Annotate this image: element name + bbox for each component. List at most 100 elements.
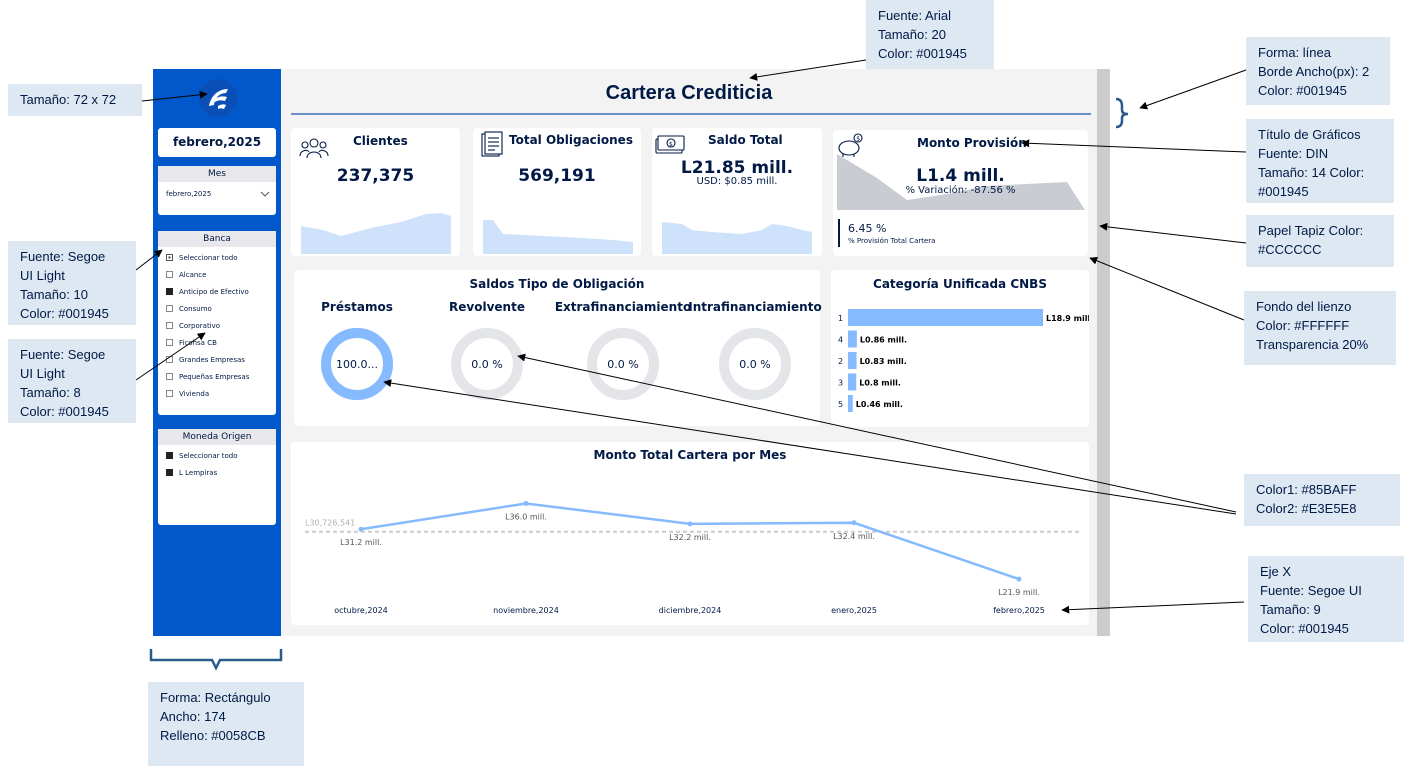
donut-value: 0.0 % — [607, 358, 638, 371]
bar-data-label: L0.46 mill. — [856, 400, 903, 409]
wallpaper-strip — [1097, 69, 1110, 636]
logo-icon — [209, 89, 228, 109]
document-icon — [481, 131, 503, 157]
x-tick-label: octubre,2024 — [334, 606, 388, 615]
kpi-saldo-card[interactable]: $ Saldo Total L21.85 mill. USD: $0.85 mi… — [652, 128, 822, 256]
moneda-filter: Moneda Origen Seleccionar todo L Lempiras — [158, 429, 276, 525]
checkbox-icon[interactable] — [166, 339, 173, 346]
bar[interactable] — [848, 330, 857, 348]
checkbox-icon[interactable] — [166, 322, 173, 329]
moneda-option[interactable]: Seleccionar todo — [158, 447, 276, 464]
bar-category-label: 4 — [838, 336, 843, 345]
banca-option-label: Alcance — [179, 270, 207, 279]
checkbox-icon[interactable] — [166, 305, 173, 312]
note-colors: Color1: #85BAFF Color2: #E3E5E8 — [1244, 474, 1400, 526]
banca-option[interactable]: Anticipo de Efectivo — [158, 283, 276, 300]
data-point[interactable] — [851, 520, 857, 526]
data-label: L21.9 mill. — [998, 588, 1040, 597]
bar-category-label: 3 — [838, 379, 843, 388]
kpi-clientes-value: 237,375 — [336, 166, 415, 186]
data-point[interactable] — [358, 526, 364, 532]
note-segoe-8: Fuente: Segoe UI Light Tamaño: 8 Color: … — [8, 339, 136, 423]
kpi-obligaciones-card[interactable]: Total Obligaciones 569,191 — [473, 128, 641, 256]
page-title: Cartera Crediticia — [605, 82, 773, 104]
kpi-saldo-title: Saldo Total — [708, 133, 783, 147]
x-tick-label: noviembre,2024 — [493, 606, 559, 615]
banca-option-label: Vivienda — [179, 389, 210, 398]
mes-filter: Mes febrero,2025 — [158, 166, 276, 215]
donut-label: Intrafinanciamiento — [688, 300, 822, 314]
donut-chart[interactable]: 0.0 % — [715, 324, 795, 404]
brace-icon — [1115, 97, 1129, 129]
bar-category-label: 5 — [838, 400, 843, 409]
moneda-option[interactable]: L Lempiras — [158, 464, 276, 481]
kpi-saldo-value: L21.85 mill. — [680, 158, 794, 178]
banca-option-label: Corporativo — [179, 321, 221, 330]
bar[interactable] — [848, 373, 857, 391]
banca-filter: Banca Seleccionar todo Alcance Anticipo de… — [158, 231, 276, 415]
banca-option[interactable]: Ficohsa CB — [158, 334, 276, 351]
data-label: L31.2 mill. — [340, 538, 382, 547]
banca-option[interactable]: Consumo — [158, 300, 276, 317]
chevron-down-icon — [260, 191, 270, 197]
banca-option-label: Ficohsa CB — [179, 338, 217, 347]
note-wallpaper: Papel Tapiz Color: #CCCCCC — [1246, 215, 1394, 267]
banca-option[interactable]: Pequeñas Empresas — [158, 368, 276, 385]
checkbox-icon[interactable] — [166, 373, 173, 380]
x-tick-label: diciembre,2024 — [659, 606, 722, 615]
kpi-provision-pct: 6.45 % — [848, 222, 887, 235]
checkbox-icon[interactable] — [166, 390, 173, 397]
banca-option[interactable]: Grandes Empresas — [158, 351, 276, 368]
donut-chart[interactable]: 0.0 % — [447, 324, 527, 404]
donut-value: 0.0 % — [471, 358, 502, 371]
saldos-tipo-title: Saldos Tipo de Obligación — [469, 277, 645, 291]
kpi-provision-title: Monto Provisión — [917, 136, 1027, 150]
saldos-tipo-card: Saldos Tipo de Obligación Préstamos 100.0… — [294, 270, 822, 426]
moneda-option-label: L Lempiras — [179, 468, 218, 477]
checkbox-icon[interactable] — [166, 254, 173, 261]
donut-chart[interactable]: 100.0... — [317, 324, 397, 404]
data-point[interactable] — [687, 521, 693, 527]
checkbox-icon[interactable] — [166, 288, 173, 295]
x-tick-label: febrero,2025 — [993, 606, 1045, 615]
donut-label: Préstamos — [321, 300, 393, 314]
kpi-clientes-title: Clientes — [353, 134, 408, 148]
bar[interactable] — [848, 395, 853, 412]
mes-dropdown[interactable]: febrero,2025 — [166, 190, 270, 198]
bar-category-label: 1 — [838, 314, 843, 323]
kpi-provision-card[interactable]: $ Monto Provisión L1.4 mill. % Variación… — [833, 130, 1088, 256]
note-x-axis: Eje X Fuente: Segoe UI Tamaño: 9 Color: … — [1248, 556, 1404, 642]
checkbox-icon[interactable] — [166, 452, 173, 459]
bar-data-label: L18.9 mill. — [1046, 314, 1089, 323]
note-segoe-10: Fuente: Segoe UI Light Tamaño: 10 Color:… — [8, 241, 136, 325]
sidebar: febrero,2025 Mes febrero,2025 Banca Sele… — [153, 69, 281, 636]
moneda-option-label: Seleccionar todo — [179, 451, 238, 460]
banca-option[interactable]: Alcance — [158, 266, 276, 283]
donut-label: Extrafinanciamiento — [554, 300, 692, 314]
checkbox-icon[interactable] — [166, 271, 173, 278]
banca-option[interactable]: Corporativo — [158, 317, 276, 334]
bar[interactable] — [848, 352, 857, 369]
data-point[interactable] — [523, 500, 529, 506]
bar[interactable] — [848, 309, 1043, 326]
kpi-clientes-card[interactable]: Clientes 237,375 — [291, 128, 460, 256]
period-label: febrero,2025 — [158, 128, 276, 157]
banca-option[interactable]: Vivienda — [158, 385, 276, 402]
bar-category-label: 2 — [838, 357, 843, 366]
kpi-saldo-usd: USD: $0.85 mill. — [696, 176, 778, 187]
mes-filter-title: Mes — [158, 166, 276, 182]
donut-chart[interactable]: 0.0 % — [583, 324, 663, 404]
bar-data-label: L0.86 mill. — [860, 336, 907, 345]
kpi-provision-variation: % Variación: -87.56 % — [905, 185, 1016, 196]
kpi-obligaciones-title: Total Obligaciones — [509, 133, 633, 147]
note-chart-title: Título de Gráficos Fuente: DIN Tamaño: 1… — [1246, 119, 1394, 203]
banca-option[interactable]: Seleccionar todo — [158, 249, 276, 266]
data-point[interactable] — [1016, 576, 1022, 582]
bracket-icon — [149, 649, 283, 671]
checkbox-icon[interactable] — [166, 469, 173, 476]
money-icon: $ — [655, 135, 685, 154]
moneda-filter-title: Moneda Origen — [158, 429, 276, 445]
banca-option-label: Seleccionar todo — [179, 253, 238, 262]
checkbox-icon[interactable] — [166, 356, 173, 363]
kpi-obligaciones-value: 569,191 — [518, 166, 596, 186]
